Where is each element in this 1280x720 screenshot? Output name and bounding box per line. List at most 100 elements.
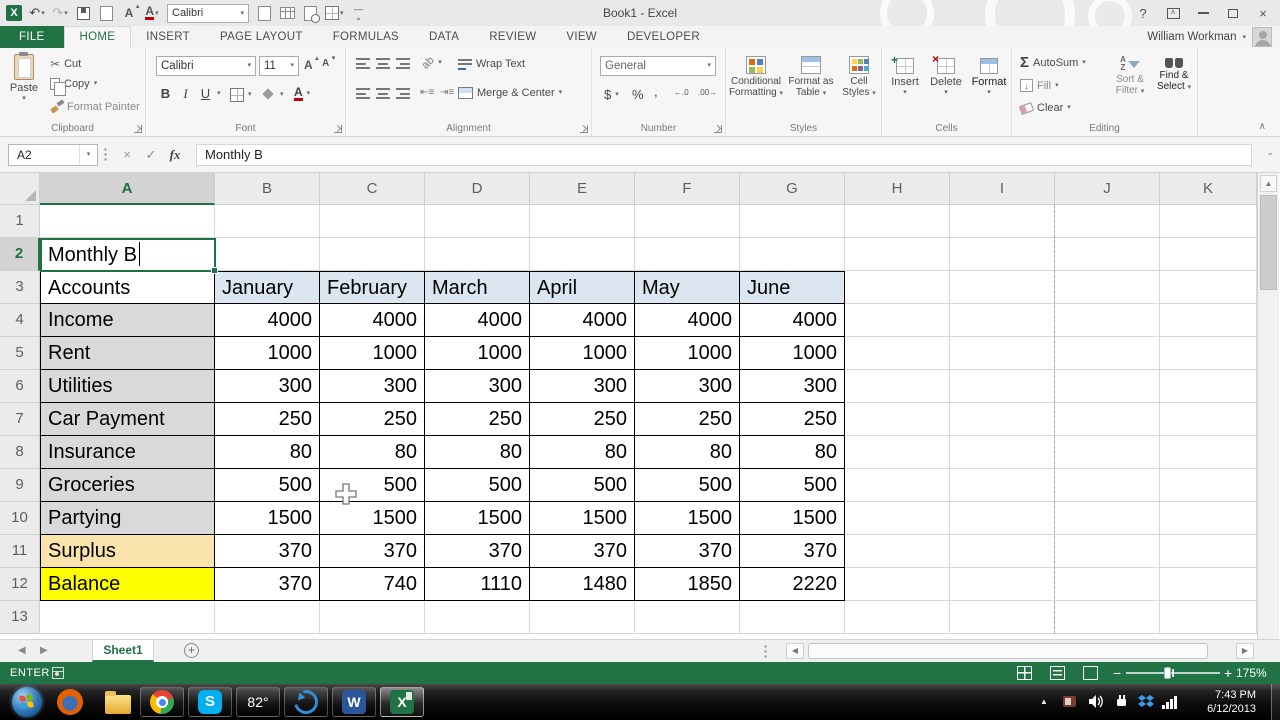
expand-formula-bar-button[interactable]: ⌄ xyxy=(1266,147,1274,158)
cell-F6[interactable]: 300 xyxy=(635,370,740,403)
decrease-indent-button[interactable]: ⇤≡ xyxy=(420,87,434,98)
cell-G4[interactable]: 4000 xyxy=(740,304,845,337)
cell-D10[interactable]: 1500 xyxy=(425,502,530,535)
cell-H12[interactable] xyxy=(845,568,950,601)
column-header-C[interactable]: C xyxy=(320,173,425,205)
cell-H13[interactable] xyxy=(845,601,950,634)
cell-F7[interactable]: 250 xyxy=(635,403,740,436)
font-dialog-launcher[interactable] xyxy=(334,125,342,133)
bold-button[interactable]: B xyxy=(158,86,173,101)
sheet-tab-sheet1[interactable]: Sheet1 xyxy=(92,640,154,662)
tab-page-layout[interactable]: PAGE LAYOUT xyxy=(205,26,318,48)
cell-F8[interactable]: 80 xyxy=(635,436,740,469)
active-cell-editor[interactable]: Monthly B xyxy=(40,238,216,272)
tray-app-icon[interactable] xyxy=(1062,694,1077,709)
cell-E4[interactable]: 4000 xyxy=(530,304,635,337)
font-name-combo[interactable]: Calibri ▾ xyxy=(156,56,256,76)
cell-K9[interactable] xyxy=(1160,469,1257,502)
show-desktop-button[interactable] xyxy=(1271,684,1280,720)
decrease-decimal-button[interactable]: .00→ xyxy=(698,89,717,97)
cell-D4[interactable]: 4000 xyxy=(425,304,530,337)
row-header-10[interactable]: 10 xyxy=(0,502,40,535)
column-header-B[interactable]: B xyxy=(215,173,320,205)
cell-A5[interactable]: Rent xyxy=(40,337,215,370)
cell-D1[interactable] xyxy=(425,205,530,238)
row-header-6[interactable]: 6 xyxy=(0,370,40,403)
cell-A13[interactable] xyxy=(40,601,215,634)
align-right-button[interactable] xyxy=(396,88,410,99)
alignment-dialog-launcher[interactable] xyxy=(580,125,588,133)
cell-C13[interactable] xyxy=(320,601,425,634)
cell-F1[interactable] xyxy=(635,205,740,238)
cell-C2[interactable] xyxy=(320,238,425,271)
cell-B10[interactable]: 1500 xyxy=(215,502,320,535)
cell-G12[interactable]: 2220 xyxy=(740,568,845,601)
cell-H5[interactable] xyxy=(845,337,950,370)
tab-home[interactable]: HOME xyxy=(63,26,132,48)
accounting-format-button[interactable]: $ ▾ xyxy=(604,87,619,102)
tab-developer[interactable]: DEVELOPER xyxy=(612,26,715,48)
cell-A4[interactable]: Income xyxy=(40,304,215,337)
tab-bar-splitter[interactable] xyxy=(764,644,767,658)
italic-button[interactable]: I xyxy=(178,86,193,102)
word-taskbar-button[interactable]: W xyxy=(332,687,376,717)
clear-button[interactable]: Clear ▾ xyxy=(1018,101,1071,115)
wrap-text-button[interactable]: Wrap Text xyxy=(458,58,525,70)
cell-B1[interactable] xyxy=(215,205,320,238)
cell-B4[interactable]: 4000 xyxy=(215,304,320,337)
select-all-button[interactable] xyxy=(0,173,40,205)
align-left-button[interactable] xyxy=(356,88,370,99)
cell-I13[interactable] xyxy=(950,601,1055,634)
number-format-combo[interactable]: General ▾ xyxy=(600,56,716,76)
row-header-7[interactable]: 7 xyxy=(0,403,40,436)
excel-taskbar-button[interactable]: X xyxy=(380,687,424,717)
cell-I1[interactable] xyxy=(950,205,1055,238)
cell-B7[interactable]: 250 xyxy=(215,403,320,436)
row-header-12[interactable]: 12 xyxy=(0,568,40,601)
row-header-1[interactable]: 1 xyxy=(0,205,40,238)
zoom-out-button[interactable]: − xyxy=(1113,662,1121,684)
row-header-11[interactable]: 11 xyxy=(0,535,40,568)
autosum-button[interactable]: Σ AutoSum ▾ xyxy=(1020,55,1086,70)
comma-style-button[interactable]: , xyxy=(654,84,658,99)
paste-button[interactable]: Paste ▾ xyxy=(6,52,42,102)
cell-G1[interactable] xyxy=(740,205,845,238)
sheet-nav-left[interactable]: ◀ xyxy=(18,640,26,662)
cell-F12[interactable]: 1850 xyxy=(635,568,740,601)
tab-data[interactable]: DATA xyxy=(414,26,474,48)
column-header-E[interactable]: E xyxy=(530,173,635,205)
cell-H3[interactable] xyxy=(845,271,950,304)
align-center-button[interactable] xyxy=(376,88,390,99)
sort-filter-button[interactable]: AZ Sort & Filter ▾ xyxy=(1108,56,1152,97)
cell-C7[interactable]: 250 xyxy=(320,403,425,436)
cell-A6[interactable]: Utilities xyxy=(40,370,215,403)
cell-K5[interactable] xyxy=(1160,337,1257,370)
format-cells-button[interactable]: Format ▾ xyxy=(968,58,1010,96)
clock[interactable]: 7:43 PM 6/12/2013 xyxy=(1190,688,1256,716)
cell-C10[interactable]: 1500 xyxy=(320,502,425,535)
cell-K1[interactable] xyxy=(1160,205,1257,238)
borders-qat-button[interactable]: ▾ xyxy=(325,4,344,22)
cell-I10[interactable] xyxy=(950,502,1055,535)
cancel-button[interactable]: × xyxy=(116,144,138,166)
tab-insert[interactable]: INSERT xyxy=(131,26,205,48)
cell-E1[interactable] xyxy=(530,205,635,238)
enter-button[interactable]: ✓ xyxy=(140,144,162,166)
power-plug-icon[interactable] xyxy=(1114,694,1129,709)
row-header-3[interactable]: 3 xyxy=(0,271,40,304)
column-header-J[interactable]: J xyxy=(1055,173,1160,205)
cell-H11[interactable] xyxy=(845,535,950,568)
shrink-font-button[interactable]: A ▾ xyxy=(322,55,335,69)
cell-B5[interactable]: 1000 xyxy=(215,337,320,370)
cell-E2[interactable] xyxy=(530,238,635,271)
vertical-scroll-thumb[interactable] xyxy=(1260,195,1277,290)
font-size-combo[interactable]: 11 ▾ xyxy=(259,56,299,76)
cell-I7[interactable] xyxy=(950,403,1055,436)
cell-I6[interactable] xyxy=(950,370,1055,403)
font-color-button[interactable]: A ▾ xyxy=(144,4,160,22)
scroll-left-arrow[interactable]: ◀ xyxy=(786,643,804,659)
column-header-F[interactable]: F xyxy=(635,173,740,205)
cell-I4[interactable] xyxy=(950,304,1055,337)
cell-H9[interactable] xyxy=(845,469,950,502)
cell-E11[interactable]: 370 xyxy=(530,535,635,568)
